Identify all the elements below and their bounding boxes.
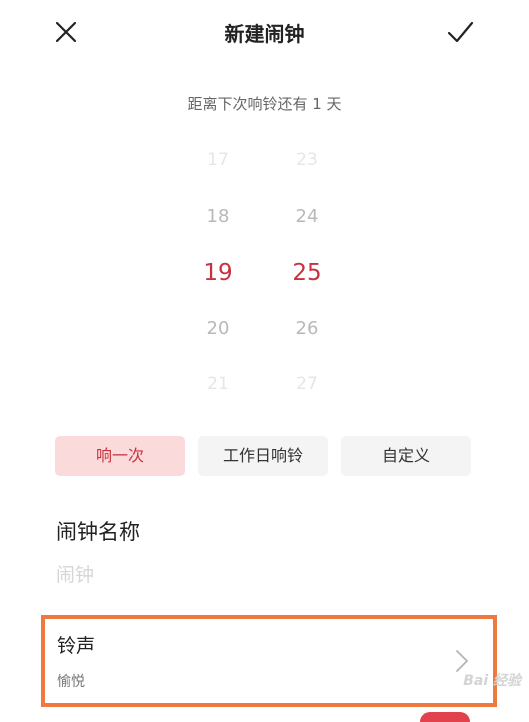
alarm-name-input[interactable] bbox=[56, 558, 476, 592]
alarm-name-label: 闹钟名称 bbox=[56, 520, 140, 544]
ringtone-value: 愉悦 bbox=[57, 674, 85, 690]
minute-option[interactable]: 26 bbox=[277, 318, 337, 339]
hour-option[interactable]: 21 bbox=[188, 374, 248, 394]
next-ring-countdown: 距离下次响铃还有 1 天 bbox=[187, 95, 342, 113]
repeat-once-button[interactable]: 响一次 bbox=[55, 436, 185, 476]
header: 新建闹钟 bbox=[0, 0, 529, 64]
selected-hour[interactable]: 19 bbox=[188, 260, 248, 286]
new-alarm-screen: 新建闹钟 距离下次响铃还有 1 天 17 18 19 20 21 23 24 2… bbox=[0, 0, 529, 722]
confirm-button[interactable] bbox=[440, 12, 480, 52]
selected-minute[interactable]: 25 bbox=[277, 260, 337, 286]
minute-option[interactable]: 27 bbox=[277, 374, 337, 394]
ringtone-row[interactable]: 铃声 愉悦 bbox=[41, 615, 497, 707]
hour-option[interactable]: 20 bbox=[188, 318, 248, 339]
minute-option[interactable]: 23 bbox=[277, 150, 337, 170]
hour-option[interactable]: 18 bbox=[188, 206, 248, 227]
bottom-action-button[interactable] bbox=[420, 712, 470, 722]
watermark: Bai 经验 bbox=[463, 673, 521, 689]
ringtone-label: 铃声 bbox=[57, 635, 96, 657]
check-icon bbox=[447, 21, 474, 43]
repeat-custom-button[interactable]: 自定义 bbox=[341, 436, 471, 476]
hour-option[interactable]: 17 bbox=[188, 150, 248, 170]
repeat-workdays-button[interactable]: 工作日响铃 bbox=[198, 436, 328, 476]
minute-option[interactable]: 24 bbox=[277, 206, 337, 227]
